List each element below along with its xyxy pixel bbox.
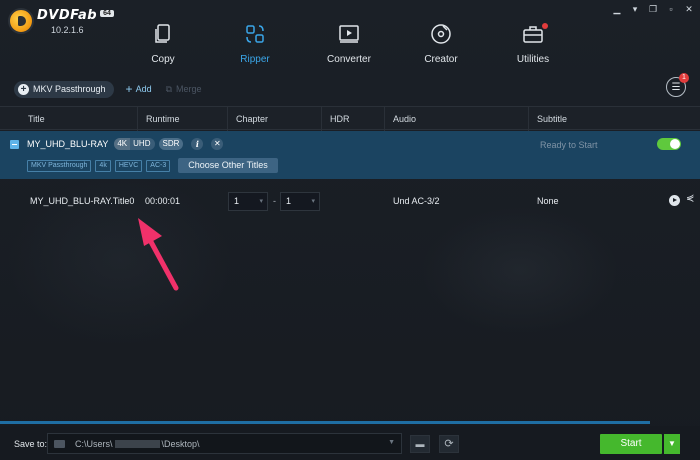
copy-icon [155, 24, 170, 43]
app-version: 10.2.1.6 [51, 25, 84, 35]
badge-4k: 4K [114, 138, 131, 150]
disc-name: MY_UHD_BLU-RAY [27, 139, 109, 149]
nav-label: Converter [327, 54, 371, 65]
module-nav: Copy Ripper Converter Creator Utilities [130, 22, 600, 72]
task-queue-button[interactable]: ☰ 1 [666, 73, 689, 97]
nav-converter[interactable]: Converter [314, 22, 384, 65]
nav-label: Ripper [240, 54, 270, 65]
nav-ripper[interactable]: Ripper [220, 22, 290, 65]
column-runtime: Runtime [137, 107, 227, 131]
status-text: Ready to Start [540, 140, 598, 150]
nav-label: Copy [151, 54, 175, 65]
app-logo: DVDFab 64 10.2.1.6 [8, 8, 114, 35]
close-window-icon[interactable]: ✕ [684, 4, 694, 14]
nav-label: Utilities [516, 54, 550, 65]
chip-resolution: 4k [95, 159, 111, 172]
window-controls: ▁ ▾ ❐ ▫ ✕ [612, 4, 694, 14]
nav-label: Creator [424, 54, 458, 65]
chapter-separator: - [273, 196, 276, 206]
path-prefix: C:\Users\ [75, 438, 113, 449]
choose-other-titles-button[interactable]: Choose Other Titles [178, 158, 278, 173]
resolution-badge: 4K UHD [114, 138, 155, 150]
start-options-chevron-icon[interactable]: ▼ [664, 434, 680, 454]
nav-creator[interactable]: Creator [406, 22, 476, 65]
chip-codec: HEVC [114, 159, 143, 172]
notification-dot [542, 23, 548, 29]
audio-track[interactable]: Und AC-3/2 [393, 196, 440, 206]
annotation-arrow [138, 218, 179, 291]
column-hdr: HDR [321, 107, 384, 131]
info-icon[interactable]: i [191, 138, 204, 150]
list-icon: ☰ [671, 81, 681, 93]
output-path-text: C:\Users\ \Desktop\ [75, 439, 200, 449]
restore-icon[interactable]: ❐ [648, 4, 658, 14]
dvdfab-logo-icon [8, 8, 34, 34]
toolbar: + MKV Passthrough + Add ⧉ Merge ☰ 1 [14, 73, 689, 98]
merge-label: Merge [176, 84, 202, 94]
browse-folder-button[interactable]: ▬ [410, 435, 430, 453]
start-button[interactable]: Start [600, 434, 662, 454]
source-row[interactable]: MY_UHD_BLU-RAY 4K UHD SDR i ✕ Ready to St… [0, 131, 700, 179]
chapter-end-select[interactable]: 1 [280, 192, 320, 211]
sdr-badge: SDR [158, 138, 184, 150]
chapter-start-select[interactable]: 1 [228, 192, 268, 211]
maximize-icon[interactable]: ▫ [666, 4, 676, 14]
column-audio: Audio [384, 107, 528, 131]
path-suffix: \Desktop\ [161, 438, 200, 449]
chip-audio: AC-3 [146, 159, 171, 172]
bottom-bar: Save to: C:\Users\ \Desktop\ ▼ ▬ ⟳ Start … [0, 426, 700, 460]
merge-button[interactable]: ⧉ Merge [166, 84, 202, 95]
enable-toggle[interactable] [657, 138, 681, 150]
plus-icon: + [125, 82, 133, 96]
chip-profile: MKV Passthrough [27, 159, 92, 172]
title-runtime: 00:00:01 [145, 196, 181, 206]
output-path-field[interactable]: C:\Users\ \Desktop\ ▼ [47, 433, 402, 454]
progress-line [0, 421, 650, 424]
converter-icon [339, 25, 359, 43]
redacted-username [114, 440, 160, 449]
chevron-down-icon[interactable]: ▼ [388, 439, 395, 446]
refresh-icon[interactable]: ⟳ [439, 435, 459, 453]
queue-badge: 1 [679, 73, 689, 83]
column-subtitle: Subtitle [528, 107, 700, 131]
collapse-checkbox[interactable] [10, 139, 19, 149]
remove-source-icon[interactable]: ✕ [211, 138, 224, 150]
settings-icon[interactable]: ▾ [630, 4, 640, 14]
subtitle-track[interactable]: None [537, 196, 559, 206]
merge-icon: ⧉ [165, 83, 173, 94]
dvdfab-window: ▁ ▾ ❐ ▫ ✕ DVDFab 64 10.2.1.6 Copy Ripper… [0, 0, 700, 460]
title-row[interactable]: MY_UHD_BLU-RAY.Title0 00:00:01 1 - 1 Und… [0, 186, 700, 216]
nav-utilities[interactable]: Utilities [498, 22, 568, 65]
table-header: Title Runtime Chapter HDR Audio Subtitle [0, 106, 700, 131]
folder-icon [54, 439, 65, 448]
bitness-badge: 64 [100, 10, 114, 17]
app-name: DVDFab [37, 8, 98, 23]
column-chapter: Chapter [227, 107, 321, 131]
settings-wrench-icon[interactable]: ⋞ [686, 193, 694, 204]
title-name: MY_UHD_BLU-RAY.Title0 [30, 196, 135, 206]
add-button[interactable]: + Add [126, 82, 152, 96]
nav-copy[interactable]: Copy [128, 22, 198, 65]
profile-selector[interactable]: + MKV Passthrough [14, 80, 114, 98]
minimize-icon[interactable]: ▁ [612, 4, 622, 14]
plus-circle-icon: + [18, 83, 29, 95]
creator-icon [431, 24, 451, 44]
add-label: Add [135, 84, 152, 94]
save-to-label: Save to: [14, 439, 48, 449]
play-icon[interactable] [669, 195, 680, 206]
profile-label: MKV Passthrough [33, 84, 106, 94]
ripper-icon [246, 25, 264, 43]
column-title: Title [28, 114, 45, 124]
badge-uhd: UHD [133, 139, 151, 148]
